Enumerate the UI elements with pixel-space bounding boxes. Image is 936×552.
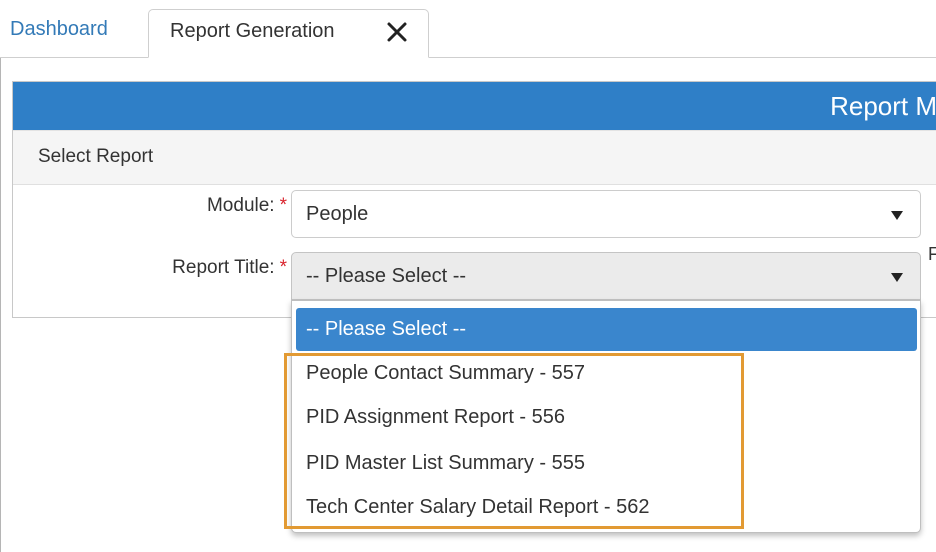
tab-report-generation[interactable]: Report Generation xyxy=(148,9,429,58)
caret-down-icon xyxy=(891,273,903,282)
required-marker: * xyxy=(279,257,287,278)
panel-header: Report M xyxy=(13,82,936,130)
tab-bar-divider xyxy=(0,57,936,58)
dropdown-option-please-select[interactable]: -- Please Select -- xyxy=(296,308,917,351)
select-report-section: Select Report xyxy=(13,130,936,185)
dropdown-option-people-contact-summary[interactable]: People Contact Summary - 557 xyxy=(306,362,585,385)
report-title-label-text: Report Title: xyxy=(172,257,275,278)
report-title-select[interactable]: -- Please Select -- xyxy=(291,252,921,300)
tab-dashboard[interactable]: Dashboard xyxy=(10,18,108,41)
caret-down-icon xyxy=(891,211,903,220)
cut-off-label: F xyxy=(928,244,936,264)
dropdown-option-pid-assignment-report[interactable]: PID Assignment Report - 556 xyxy=(306,406,565,429)
report-title-select-value: -- Please Select -- xyxy=(306,265,467,287)
dropdown-option-pid-master-list-summary[interactable]: PID Master List Summary - 555 xyxy=(306,452,585,475)
dropdown-option-tech-center-salary-detail[interactable]: Tech Center Salary Detail Report - 562 xyxy=(306,496,650,519)
page: Dashboard Report Generation Report M Sel… xyxy=(0,0,936,552)
left-border xyxy=(0,58,1,552)
module-label-text: Module: xyxy=(206,195,275,216)
module-select-value: People xyxy=(306,203,369,225)
required-marker: * xyxy=(279,195,287,216)
dropdown-option-label: -- Please Select -- xyxy=(306,318,467,340)
panel-title: Report M xyxy=(830,91,936,121)
module-select[interactable]: People xyxy=(291,190,921,238)
report-title-dropdown: -- Please Select -- People Contact Summa… xyxy=(291,300,921,533)
select-report-heading: Select Report xyxy=(38,146,154,167)
close-icon[interactable] xyxy=(386,21,408,43)
module-label: Module: * xyxy=(0,195,287,217)
report-title-label: Report Title: * xyxy=(0,257,287,279)
tab-bar: Dashboard Report Generation xyxy=(0,0,936,58)
tab-report-generation-label: Report Generation xyxy=(170,20,335,42)
